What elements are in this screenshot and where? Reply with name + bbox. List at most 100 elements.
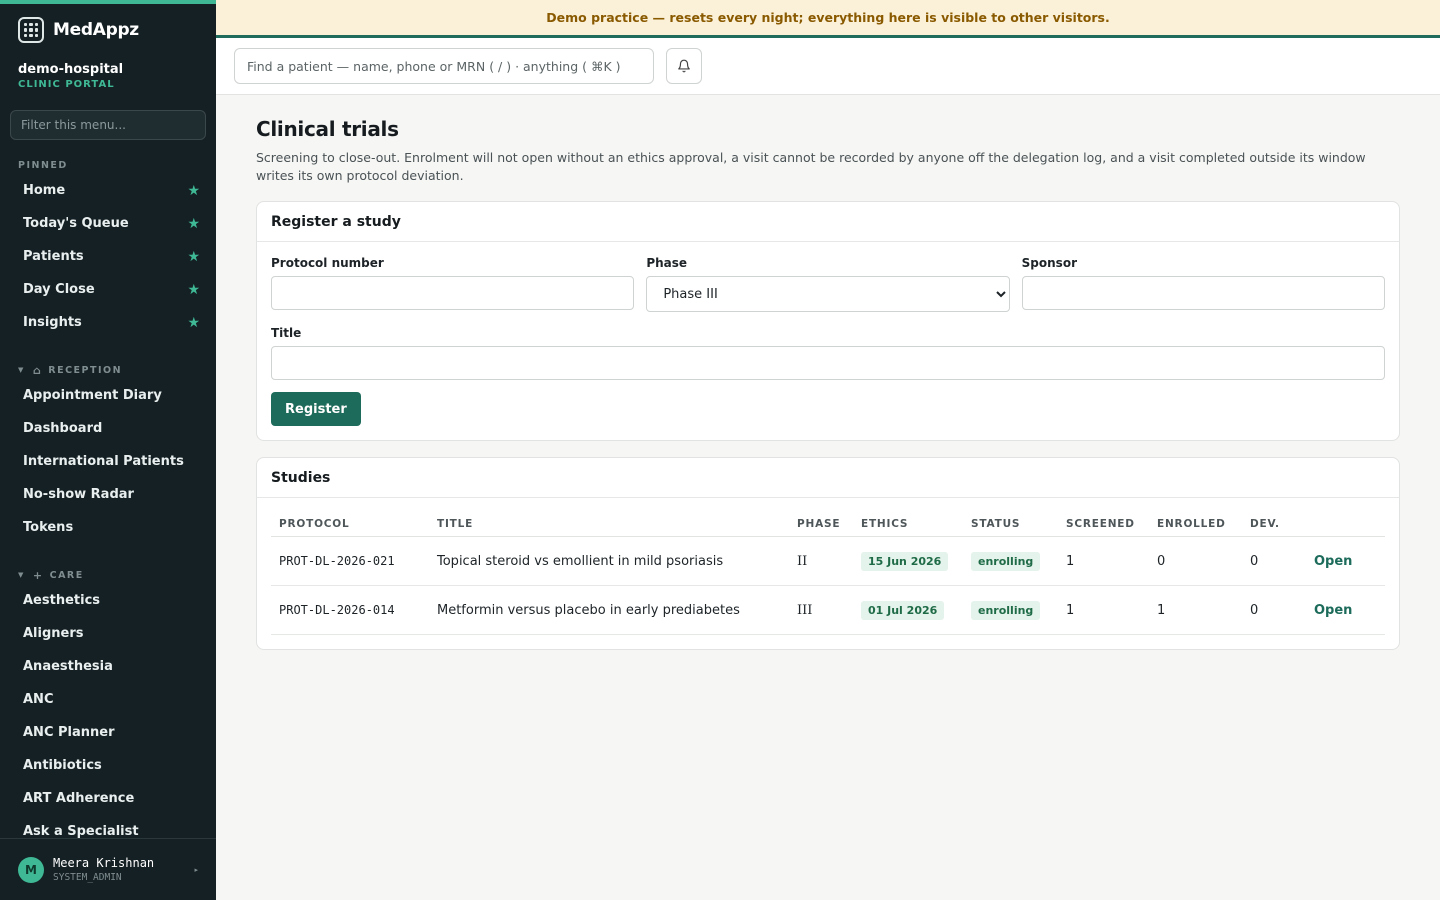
- protocol-label: Protocol number: [271, 256, 384, 270]
- demo-banner: Demo practice — resets every night; ever…: [216, 0, 1440, 38]
- open-study-link[interactable]: Open: [1314, 603, 1352, 618]
- brand[interactable]: MedAppz: [0, 4, 216, 56]
- col-enrolled: ENROLLED: [1149, 498, 1242, 537]
- sidebar-item-antibiotics[interactable]: Antibiotics: [0, 749, 216, 782]
- cell-title: Topical steroid vs emollient in mild pso…: [429, 536, 789, 586]
- sidebar-item-anc[interactable]: ANC: [0, 683, 216, 716]
- sidebar-item-label: Anaesthesia: [23, 659, 113, 674]
- page-description: Screening to close-out. Enrolment will n…: [256, 150, 1366, 183]
- star-icon[interactable]: ★: [187, 216, 200, 232]
- sidebar: MedAppz demo-hospital CLINIC PORTAL PINN…: [0, 0, 216, 900]
- col-title: TITLE: [429, 498, 789, 537]
- patient-search-input[interactable]: [234, 48, 654, 84]
- sidebar-item-label: Ask a Specialist: [23, 824, 139, 838]
- sidebar-item-label: Antibiotics: [23, 758, 102, 773]
- page-title: Clinical trials: [256, 117, 399, 141]
- nav-scroll[interactable]: PINNED Home ★ Today's Queue ★ Patients ★ Da…: [0, 156, 216, 839]
- sidebar-item-international-patients[interactable]: International Patients: [0, 445, 216, 478]
- main: Demo practice — resets every night; ever…: [216, 0, 1440, 900]
- sidebar-item-anaesthesia[interactable]: Anaesthesia: [0, 650, 216, 683]
- org-name: demo-hospital: [18, 62, 124, 77]
- sidebar-item-label: No-show Radar: [23, 487, 134, 502]
- star-icon[interactable]: ★: [187, 315, 200, 331]
- sidebar-item-no-show-radar[interactable]: No-show Radar: [0, 478, 216, 511]
- table-row: PROT-DL-2026-021 Topical steroid vs emol…: [271, 536, 1385, 586]
- sidebar-item-label: Insights: [23, 315, 82, 330]
- section-label-pinned: PINNED: [18, 159, 68, 171]
- section-toggle-reception[interactable]: ▼ ⌂ RECEPTION: [0, 361, 216, 379]
- status-badge: enrolling: [971, 551, 1041, 571]
- plus-icon: +: [32, 568, 44, 582]
- col-action: [1306, 498, 1385, 537]
- star-icon[interactable]: ★: [187, 282, 200, 298]
- sidebar-item-label: Appointment Diary: [23, 388, 162, 403]
- sidebar-item-day-close[interactable]: Day Close ★: [0, 273, 216, 306]
- notifications-button[interactable]: [666, 48, 702, 84]
- sidebar-item-anc-planner[interactable]: ANC Planner: [0, 716, 216, 749]
- topbar: [216, 38, 1440, 95]
- sidebar-item-aligners[interactable]: Aligners: [0, 617, 216, 650]
- table-header-row: PROTOCOL TITLE PHASE ETHICS STATUS SCREE…: [271, 498, 1385, 537]
- studies-card: Studies PROTOCOL TITLE PHASE ETHICS STAT…: [256, 457, 1400, 650]
- sidebar-item-home[interactable]: Home ★: [0, 174, 216, 207]
- section-toggle-care[interactable]: ▼ + CARE: [0, 566, 216, 584]
- register-study-heading: Register a study: [257, 202, 1399, 242]
- caret-down-icon: ▼: [18, 366, 25, 374]
- phase-select[interactable]: Phase III: [646, 276, 1010, 312]
- user-menu[interactable]: M Meera Krishnan SYSTEM_ADMIN ▸: [0, 838, 216, 900]
- sidebar-item-label: Home: [23, 183, 66, 198]
- sidebar-item-label: ANC Planner: [23, 725, 115, 740]
- cell-status: enrolling: [963, 536, 1058, 586]
- sidebar-item-label: Patients: [23, 249, 84, 264]
- col-dev: DEV.: [1242, 498, 1306, 537]
- sidebar-item-insights[interactable]: Insights ★: [0, 306, 216, 339]
- open-study-link[interactable]: Open: [1314, 554, 1352, 569]
- cell-ethics: 15 Jun 2026: [853, 536, 963, 586]
- sidebar-item-dashboard[interactable]: Dashboard: [0, 412, 216, 445]
- cell-ethics: 01 Jul 2026: [853, 585, 963, 635]
- cell-phase: II: [789, 536, 853, 586]
- star-icon[interactable]: ★: [187, 183, 200, 199]
- register-study-form: Protocol number Phase Phase III Sponsor: [257, 242, 1399, 440]
- title-input[interactable]: [271, 346, 1385, 380]
- user-name: Meera Krishnan: [53, 856, 155, 870]
- sidebar-item-todays-queue[interactable]: Today's Queue ★: [0, 207, 216, 240]
- sidebar-item-appointment-diary[interactable]: Appointment Diary: [0, 379, 216, 412]
- sidebar-item-art-adherence[interactable]: ART Adherence: [0, 782, 216, 815]
- sidebar-item-label: Aesthetics: [23, 593, 101, 608]
- sponsor-field: Sponsor: [1021, 256, 1385, 312]
- col-protocol: PROTOCOL: [271, 498, 429, 537]
- status-badge: enrolling: [971, 600, 1041, 620]
- sponsor-label: Sponsor: [1021, 256, 1077, 270]
- protocol-field: Protocol number: [271, 256, 635, 312]
- register-study-card: Register a study Protocol number Phase P…: [256, 201, 1400, 441]
- cell-dev: 0: [1242, 585, 1306, 635]
- cell-action: Open: [1306, 536, 1385, 586]
- user-info: Meera Krishnan SYSTEM_ADMIN: [53, 856, 194, 883]
- sidebar-item-label: Aligners: [23, 626, 84, 641]
- title-field: Title: [271, 326, 1385, 380]
- cell-screened: 1: [1058, 536, 1149, 586]
- protocol-number-input[interactable]: [271, 276, 635, 310]
- menu-filter-input[interactable]: [10, 110, 206, 140]
- sidebar-item-label: ANC: [23, 692, 54, 707]
- sidebar-item-patients[interactable]: Patients ★: [0, 240, 216, 273]
- sponsor-input[interactable]: [1021, 276, 1385, 310]
- caret-down-icon: ▼: [18, 571, 25, 579]
- cell-enrolled: 0: [1149, 536, 1242, 586]
- org-subtitle: CLINIC PORTAL: [18, 79, 115, 90]
- col-status: STATUS: [963, 498, 1058, 537]
- cell-status: enrolling: [963, 585, 1058, 635]
- register-button[interactable]: Register: [271, 392, 361, 426]
- avatar: M: [18, 856, 44, 883]
- sidebar-item-ask-a-specialist[interactable]: Ask a Specialist: [0, 815, 216, 838]
- sidebar-item-tokens[interactable]: Tokens: [0, 511, 216, 544]
- sidebar-item-label: Dashboard: [23, 421, 103, 436]
- sidebar-item-aesthetics[interactable]: Aesthetics: [0, 584, 216, 617]
- cell-title: Metformin versus placebo in early predia…: [429, 585, 789, 635]
- sidebar-item-label: Today's Queue: [23, 216, 129, 231]
- studies-table: PROTOCOL TITLE PHASE ETHICS STATUS SCREE…: [271, 498, 1385, 635]
- star-icon[interactable]: ★: [187, 249, 200, 265]
- content: Clinical trials Screening to close-out. …: [216, 95, 1440, 650]
- cell-dev: 0: [1242, 536, 1306, 586]
